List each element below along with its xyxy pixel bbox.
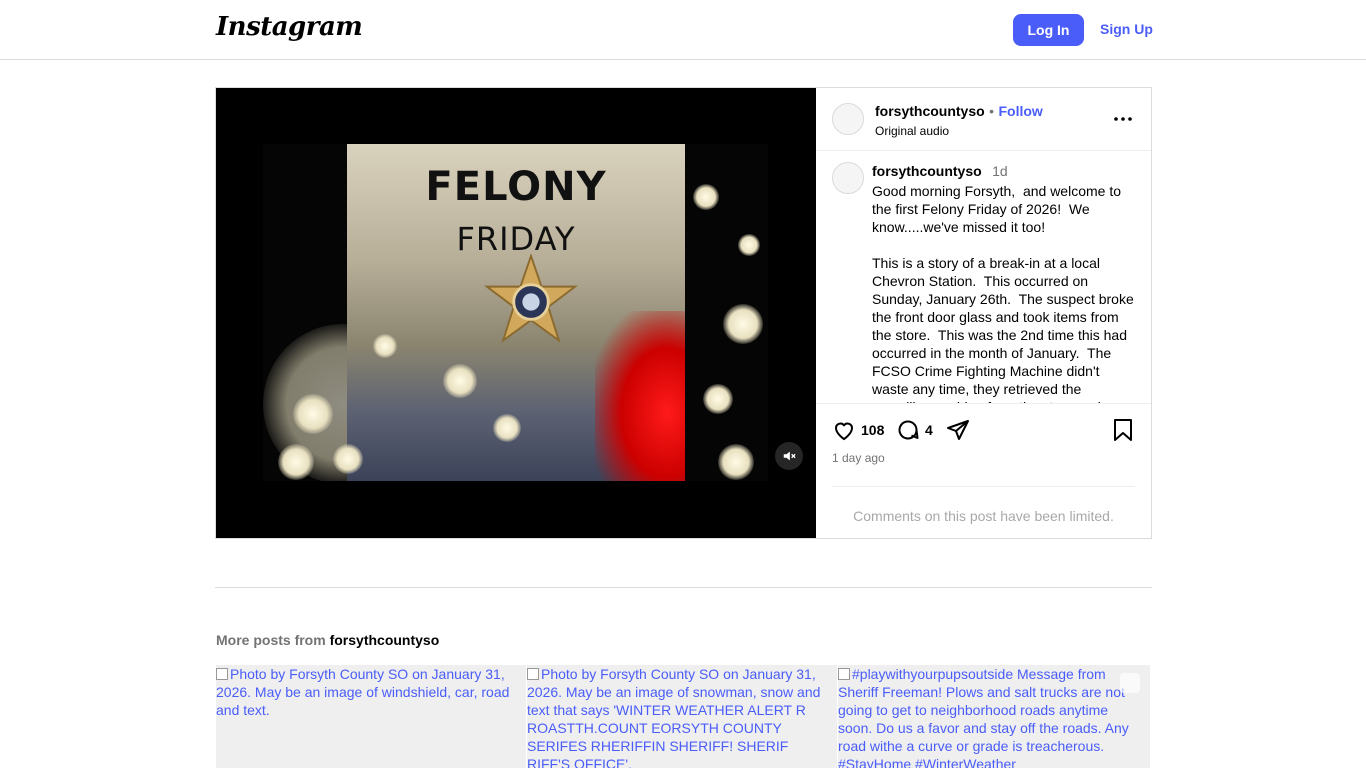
caption-area: forsythcountyso 1d Good morning Forsyth,…	[816, 151, 1151, 403]
thumbnail-alt-text: #playwithyourpupsoutside Message from Sh…	[838, 665, 1138, 768]
comment-button[interactable]: 4	[896, 418, 933, 442]
comment-icon	[898, 420, 919, 440]
bokeh-decoration	[278, 444, 314, 480]
comment-count: 4	[925, 422, 933, 438]
bokeh-decoration	[443, 364, 477, 398]
thumbnail-alt: Photo by Forsyth County SO on January 31…	[216, 666, 510, 718]
audio-label[interactable]: Original audio	[875, 124, 1043, 138]
bokeh-decoration	[703, 384, 733, 414]
comments-limited-notice: Comments on this post have been limited.	[853, 508, 1114, 524]
thumbnail-alt: #playwithyourpupsoutside Message from Sh…	[838, 666, 1129, 768]
signup-link[interactable]: Sign Up	[1100, 21, 1153, 37]
post-sidebar: forsythcountyso • Follow Original audio …	[816, 88, 1151, 538]
more-posts-prefix: More posts from	[216, 632, 330, 648]
post-header: forsythcountyso • Follow Original audio	[816, 88, 1151, 151]
bokeh-decoration	[718, 444, 754, 480]
caption-time: 1d	[992, 163, 1008, 179]
more-posts-heading: More posts from forsythcountyso	[216, 632, 439, 648]
broken-image-icon	[527, 668, 539, 680]
bokeh-decoration	[693, 184, 719, 210]
caption-username[interactable]: forsythcountyso	[872, 163, 982, 179]
author-username[interactable]: forsythcountyso	[875, 103, 985, 119]
thumbnail-alt-text: Photo by Forsyth County SO on January 31…	[527, 665, 827, 768]
mute-toggle-button[interactable]	[775, 442, 803, 470]
bokeh-decoration	[723, 304, 763, 344]
like-button[interactable]: 108	[832, 418, 884, 442]
broken-image-icon	[838, 668, 850, 680]
thumbnail-alt-text: Photo by Forsyth County SO on January 31…	[216, 665, 516, 719]
save-button[interactable]	[1112, 418, 1134, 442]
like-count: 108	[861, 422, 885, 438]
post-video[interactable]: FELONY FRIDAY	[216, 88, 816, 538]
sheriff-badge-icon	[483, 254, 579, 343]
heart-icon	[834, 422, 854, 441]
caption-text: Good morning Forsyth, and welcome to the…	[872, 183, 1134, 403]
share-button[interactable]	[946, 418, 970, 442]
caption-header: forsythcountyso 1d	[872, 163, 1008, 181]
instagram-logo[interactable]: Instagram	[216, 12, 363, 42]
speaker-muted-icon	[783, 451, 796, 461]
separator-dot: •	[989, 103, 995, 119]
bookmark-icon	[1114, 419, 1132, 441]
reel-icon	[1120, 673, 1140, 693]
bokeh-decoration	[738, 234, 760, 256]
post-timestamp[interactable]: 1 day ago	[832, 451, 885, 465]
more-posts-username[interactable]: forsythcountyso	[330, 632, 440, 648]
bokeh-decoration	[373, 334, 397, 358]
follow-button[interactable]: Follow	[999, 103, 1043, 119]
broken-image-icon	[216, 668, 228, 680]
login-button[interactable]: Log In	[1013, 14, 1084, 46]
post-card: FELONY FRIDAY forsythcountyso • Follow O…	[215, 87, 1152, 539]
red-light-decoration	[595, 311, 685, 481]
video-title-line1: FELONY	[425, 164, 607, 210]
more-post-thumbnail[interactable]: Photo by Forsyth County SO on January 31…	[527, 665, 837, 768]
more-post-thumbnail[interactable]: Photo by Forsyth County SO on January 31…	[216, 665, 526, 768]
bokeh-decoration	[293, 394, 333, 434]
section-divider	[215, 587, 1152, 588]
caption-avatar[interactable]	[832, 162, 864, 194]
bokeh-decoration	[333, 444, 363, 474]
video-frame: FELONY FRIDAY	[263, 144, 768, 481]
top-nav-bar: Instagram Log In Sign Up	[0, 0, 1366, 60]
bokeh-decoration	[493, 414, 521, 442]
more-post-thumbnail[interactable]: #playwithyourpupsoutside Message from Sh…	[838, 665, 1150, 768]
video-title-line2: FRIDAY	[456, 220, 576, 258]
more-options-icon[interactable]	[1112, 108, 1134, 130]
divider	[832, 486, 1135, 487]
action-bar: 108 4 1 day ago Comments on this post ha…	[816, 403, 1151, 538]
author-avatar[interactable]	[832, 103, 864, 135]
paper-plane-icon	[947, 420, 969, 440]
thumbnail-alt: Photo by Forsyth County SO on January 31…	[527, 666, 821, 768]
author-info: forsythcountyso • Follow Original audio	[875, 103, 1043, 138]
